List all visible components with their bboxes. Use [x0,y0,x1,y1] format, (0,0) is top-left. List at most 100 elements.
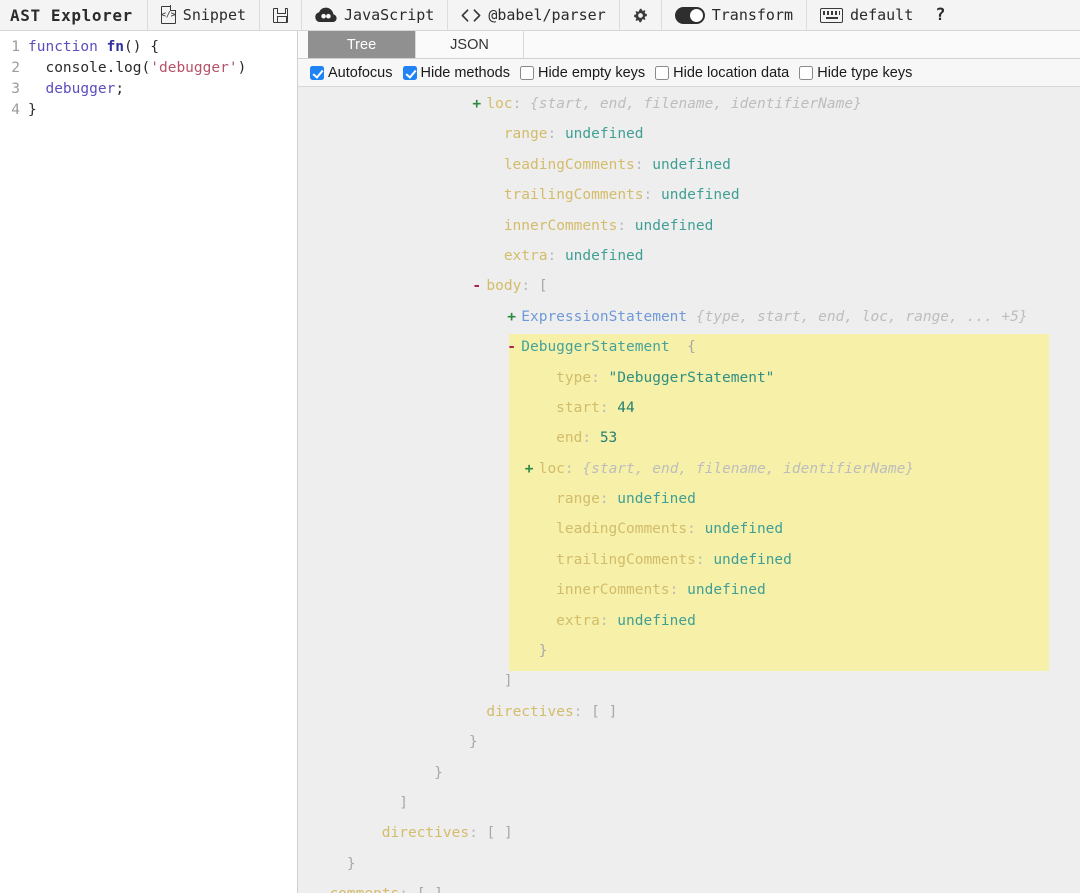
ast-node-preview: {type, start, end, loc, range, ... +5} [695,308,1028,325]
ast-colon: : [599,612,609,629]
tab-json[interactable]: JSON [416,31,524,58]
ast-key: start [556,399,600,416]
ast-tree-row[interactable]: + loc: {start, end, filename, identifierN… [298,89,1080,119]
code-line-content: function fn() { [28,37,159,58]
toggle-switch-on-icon[interactable] [674,6,705,24]
ast-value: undefined [660,187,740,204]
ast-tree-row[interactable]: directives: [ ] [298,818,1080,848]
option-hide-type-keys[interactable]: Hide type keys [799,65,912,81]
ast-tree-row[interactable]: } [298,849,1080,879]
help-button[interactable]: ? [926,0,954,30]
ast-tree-row[interactable]: + ExpressionStatement {type, start, end, … [298,302,1080,332]
ast-tree-row[interactable]: start: 44 [298,393,1080,423]
parser-selector[interactable]: @babel/parser [448,0,620,30]
ast-colon: : [547,247,557,264]
ast-value-preview: {start, end, filename, identifierName} [530,96,862,112]
option-hide-empty-keys[interactable]: Hide empty keys [519,64,646,81]
option-label: Hide empty keys [537,64,646,81]
checkbox-unchecked-icon[interactable] [655,65,670,80]
transform-selector[interactable]: Transform [662,0,808,30]
ast-tree-row[interactable]: end: 53 [298,423,1080,453]
ast-tree-viewer[interactable]: + loc: {start, end, filename, identifierN… [298,87,1080,893]
ast-tree-row[interactable]: leadingComments: undefined [298,150,1080,180]
ast-tree-row[interactable]: - body: [ [298,271,1080,301]
ast-tree-row[interactable]: innerComments: undefined [298,575,1080,605]
option-hide-location-data[interactable]: Hide location data [655,65,789,81]
collapse-toggle-icon[interactable]: - [507,332,521,362]
ast-key: innerComments [503,217,618,234]
ast-close-brace: } [434,764,443,781]
ast-colon: : [599,491,609,508]
option-label: Hide type keys [817,64,913,81]
ast-value: "DebuggerStatement" [608,369,775,386]
ast-tree-row[interactable]: } [298,727,1080,757]
help-label: ? [935,5,946,25]
checkbox-unchecked-icon[interactable] [799,65,814,80]
ast-tree-row[interactable]: extra: undefined [298,606,1080,636]
parser-settings-button[interactable] [620,0,662,30]
ast-tree-row[interactable]: - DebuggerStatement { [298,332,1080,362]
collapse-toggle-icon[interactable]: - [472,271,486,301]
code-line: 1 function fn() { [0,37,297,58]
keymap-label: default [850,6,914,24]
transform-label: Transform [711,6,794,24]
expand-toggle-icon[interactable]: + [507,302,521,332]
ast-tree-row[interactable]: ] [298,788,1080,818]
expand-toggle-icon[interactable]: + [525,454,539,484]
ast-key: trailingComments [556,551,696,568]
ast-tree-rows: + loc: {start, end, filename, identifierN… [298,89,1080,893]
code-token: console [28,60,107,76]
language-selector[interactable]: JavaScript [302,0,449,30]
ast-bracket: [ ] [486,825,513,842]
code-line: 4} [0,100,297,121]
code-editor[interactable]: 1 function fn() {2 console.log('debugger'… [0,31,298,893]
snippet-button[interactable]: </> Snippet [148,0,261,30]
line-number: 3 [11,81,20,97]
ast-tree-row[interactable]: trailingComments: undefined [298,180,1080,210]
ast-tree-row[interactable]: comments: [ ] [298,879,1080,893]
option-label: Hide methods [420,64,510,81]
ast-tree-row[interactable]: } [298,636,1080,666]
parser-label: @babel/parser [488,6,606,24]
save-snippet-button[interactable] [260,0,303,30]
checkbox-unchecked-icon[interactable] [519,65,534,80]
ast-value: 44 [617,399,635,416]
ast-colon: : [617,217,627,234]
ast-tree-row[interactable]: + loc: {start, end, filename, identifierN… [298,454,1080,484]
checkbox-checked-icon[interactable] [310,65,324,80]
ast-colon: : [399,886,408,893]
ast-tree-row[interactable]: range: undefined [298,484,1080,514]
ast-tree-row[interactable]: directives: [ ] [298,697,1080,727]
ast-tree-row[interactable]: type: "DebuggerStatement" [298,363,1080,393]
ast-tree-row[interactable]: range: undefined [298,119,1080,149]
ast-value: undefined [617,612,696,629]
option-autofocus[interactable]: Autofocus [310,65,393,81]
ast-colon: : [643,187,653,204]
ast-value: undefined [564,247,644,264]
ast-key: leadingComments [556,521,688,538]
ast-colon: : [469,825,478,842]
ast-tree-row[interactable]: } [298,758,1080,788]
keymap-selector[interactable]: default [807,0,926,30]
expand-toggle-icon[interactable]: + [472,89,486,119]
ast-tree-row[interactable]: innerComments: undefined [298,211,1080,241]
ast-value: undefined [634,217,714,234]
ast-tree-row[interactable]: trailingComments: undefined [298,545,1080,575]
ast-bracket: [ [538,278,548,295]
tab-tree[interactable]: Tree [308,31,416,58]
ast-key: directives [486,703,574,720]
option-hide-methods[interactable]: Hide methods [402,64,510,81]
ast-tree-row[interactable]: leadingComments: undefined [298,514,1080,544]
gear-icon [633,8,648,23]
option-label: Autofocus [328,64,393,81]
ast-tree-row[interactable]: extra: undefined [298,241,1080,271]
ast-close-brace: ] [503,673,513,690]
checkbox-checked-icon[interactable] [402,65,417,80]
ast-tree-row[interactable]: ] [298,666,1080,696]
